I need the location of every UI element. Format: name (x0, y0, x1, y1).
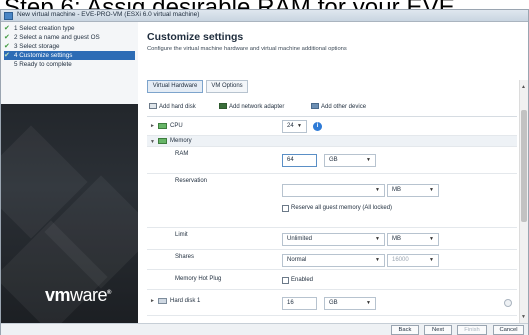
chevron-down-icon: ▼ (429, 236, 434, 242)
chevron-down-icon: ▼ (375, 236, 380, 242)
reserve-all-label: Reserve all guest memory (All locked) (291, 205, 393, 211)
wizard-footer: Back Next Finish Cancel (1, 323, 528, 335)
network-icon (219, 103, 227, 110)
collapse-icon[interactable]: ▼ (150, 139, 155, 145)
screen: Step 6: Assig desirable RAM for your EVE… (0, 0, 529, 335)
hard-disk-label: Hard disk 1 (170, 298, 201, 304)
shares-row: Shares Normal ▼ 16000 ▼ (147, 250, 517, 270)
hard-disk-size-input[interactable]: 16 (282, 297, 317, 310)
page-subtitle: Configure the virtual machine hardware a… (147, 46, 347, 52)
reservation-select[interactable]: ▼ (282, 184, 385, 197)
disk-icon (149, 103, 157, 110)
cpu-icon (158, 123, 167, 129)
step-select-creation-type[interactable]: ✔ 1 Select creation type (4, 24, 135, 33)
disk-icon (158, 298, 167, 304)
limit-select[interactable]: Unlimited ▼ (282, 233, 385, 246)
limit-label: Limit (175, 232, 188, 238)
hotplug-row: Memory Hot Plug Enabled (147, 270, 517, 290)
check-icon: ✔ (4, 52, 10, 59)
steps-panel: ✔ 1 Select creation type ✔ 2 Select a na… (1, 22, 138, 104)
scroll-up-icon[interactable]: ▲ (521, 84, 526, 90)
cancel-button[interactable]: Cancel (493, 325, 524, 335)
chevron-down-icon: ▼ (297, 123, 302, 129)
chevron-down-icon: ▼ (375, 257, 380, 263)
chevron-down-icon: ▼ (366, 157, 371, 163)
chevron-down-icon: ▼ (429, 257, 434, 263)
cpu-label: CPU (170, 123, 183, 129)
vmware-logo: vmware® (45, 285, 111, 305)
hard-disk-row: ► Hard disk 1 16 GB ▼ (147, 290, 517, 316)
check-icon: ✔ (4, 25, 10, 32)
device-icon (311, 103, 319, 110)
back-button[interactable]: Back (391, 325, 419, 335)
hardware-grid: ► CPU 24 ▼ i ▼ Memory RAM 64 GB ▼ Reserv… (147, 116, 517, 323)
ram-unit-select[interactable]: GB ▼ (324, 154, 376, 167)
wizard-sidebar: ✔ 1 Select creation type ✔ 2 Select a na… (1, 22, 138, 323)
hard-disk-unit-select[interactable]: GB ▼ (324, 297, 376, 310)
ram-label: RAM (175, 151, 189, 157)
hotplug-enabled-label: Enabled (291, 277, 314, 283)
dialog-titlebar: New virtual machine - EVE-PRO-VM (ESXi 6… (1, 10, 528, 22)
vm-icon (4, 12, 13, 20)
memory-row: ▼ Memory (147, 136, 517, 147)
reservation-label: Reservation (175, 178, 208, 184)
finish-button[interactable]: Finish (457, 325, 487, 335)
tab-virtual-hardware[interactable]: Virtual Hardware (147, 80, 203, 93)
shares-select[interactable]: Normal ▼ (282, 254, 385, 267)
cpu-row: ► CPU 24 ▼ i (147, 117, 517, 136)
add-other-device-button[interactable]: Add other device (311, 102, 366, 112)
hardware-toolbar: Add hard disk Add network adapter Add ot… (147, 102, 517, 112)
info-icon[interactable]: i (313, 122, 322, 131)
memory-icon (158, 138, 167, 144)
scroll-down-icon[interactable]: ▼ (521, 314, 526, 320)
main-panel: Customize settings Configure the virtual… (138, 22, 528, 323)
tab-vm-options[interactable]: VM Options (206, 80, 248, 93)
step-select-storage[interactable]: ✔ 3 Select storage (4, 42, 135, 51)
shares-label: Shares (175, 254, 195, 260)
hotplug-label: Memory Hot Plug (175, 276, 222, 282)
limit-row: Limit Unlimited ▼ MB ▼ (147, 228, 517, 250)
add-hard-disk-button[interactable]: Add hard disk (149, 102, 196, 112)
hotplug-checkbox[interactable] (282, 277, 289, 284)
ram-row: RAM 64 GB ▼ (147, 147, 517, 174)
expand-icon[interactable]: ► (150, 298, 155, 304)
next-button[interactable]: Next (424, 325, 452, 335)
remove-device-icon[interactable] (504, 299, 512, 307)
reservation-row: Reservation ▼ MB ▼ Reserve all guest memo… (147, 174, 517, 228)
check-icon: ✔ (4, 34, 10, 41)
step-name-guest-os[interactable]: ✔ 2 Select a name and guest OS (4, 33, 135, 42)
limit-unit-select[interactable]: MB ▼ (387, 233, 439, 246)
cpu-select[interactable]: 24 ▼ (282, 120, 307, 133)
chevron-down-icon: ▼ (375, 187, 380, 193)
reserve-all-checkbox[interactable] (282, 205, 289, 212)
page-title: Customize settings (147, 31, 244, 43)
step-ready-to-complete[interactable]: 5 Ready to complete (4, 60, 135, 69)
shares-value-select[interactable]: 16000 ▼ (387, 254, 439, 267)
reservation-unit-select[interactable]: MB ▼ (387, 184, 439, 197)
ram-input[interactable]: 64 (282, 154, 317, 167)
check-icon: ✔ (4, 43, 10, 50)
new-vm-dialog: New virtual machine - EVE-PRO-VM (ESXi 6… (0, 9, 529, 335)
expand-icon[interactable]: ► (150, 123, 155, 129)
vertical-scrollbar[interactable]: ▲ ▼ (519, 80, 528, 323)
add-network-adapter-button[interactable]: Add network adapter (219, 102, 284, 112)
dialog-title: New virtual machine - EVE-PRO-VM (ESXi 6… (17, 11, 200, 18)
step-customize-settings[interactable]: ✔ 4 Customize settings (4, 51, 135, 60)
scrollbar-thumb[interactable] (521, 110, 527, 222)
chevron-down-icon: ▼ (429, 187, 434, 193)
memory-label: Memory (170, 138, 192, 144)
chevron-down-icon: ▼ (366, 300, 371, 306)
